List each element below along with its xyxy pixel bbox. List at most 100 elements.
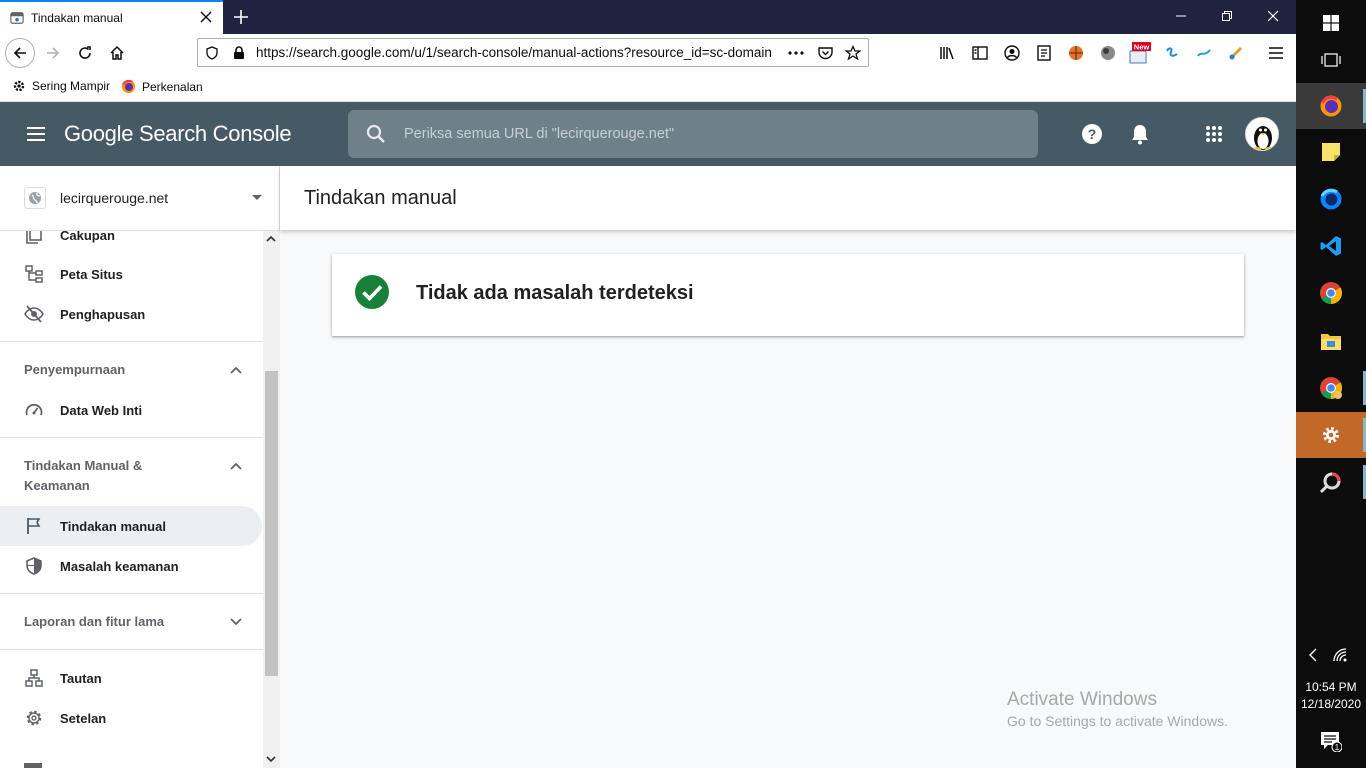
divider [0,649,263,650]
taskbar-chrome-icon[interactable] [1296,270,1366,316]
scroll-down-icon[interactable] [266,756,276,763]
chevron-down-icon[interactable] [230,618,242,626]
help-icon[interactable]: ? [1076,118,1108,150]
sidebar-item-tindakan-manual[interactable]: Tindakan manual [0,506,262,546]
sidebar-item-peta-situs[interactable]: Peta Situs [0,254,263,294]
chevron-up-icon[interactable] [230,462,242,470]
sidebar-item-tautan[interactable]: Tautan [0,658,263,698]
coverage-icon [24,231,44,245]
new-tab-icon[interactable] [230,6,252,28]
section-penyempurnaan[interactable]: Penyempurnaan [0,360,263,380]
notifications-bell-icon[interactable] [1124,118,1156,150]
wifi-icon[interactable] [1324,632,1358,678]
sidebar-scrollbar[interactable] [263,231,280,768]
section-title-line2: Keamanan [24,478,90,493]
chevron-up-icon[interactable] [230,366,242,374]
property-selector[interactable]: lecirquerouge.net [0,166,280,231]
url-inspection-search[interactable] [348,110,1038,158]
close-tab-icon[interactable] [197,8,215,26]
extension-new-icon[interactable]: New [1125,38,1155,68]
reload-icon[interactable] [70,38,100,68]
windows-taskbar: 10:54 PM 12/18/2020 1 [1296,0,1366,768]
status-message: Tidak ada masalah terdeteksi [416,282,694,304]
taskbar-settings-icon[interactable] [1296,412,1366,458]
system-clock[interactable]: 10:54 PM 12/18/2020 [1296,679,1366,713]
forward-icon[interactable] [38,38,68,68]
tracking-shield-icon[interactable] [204,45,220,61]
section-title: Laporan dan fitur lama [24,614,165,629]
section-laporan-fitur-lama[interactable]: Laporan dan fitur lama [0,612,263,632]
sidebar-item-data-web-inti[interactable]: Data Web Inti [0,390,263,430]
shield-icon [24,556,44,576]
address-bar[interactable]: https://search.google.com/u/1/search-con… [197,38,869,67]
bookmark-sering-mampir[interactable]: Sering Mampir [12,79,110,93]
minimize-icon[interactable] [1158,0,1204,32]
scroll-up-icon[interactable] [266,235,276,242]
apps-grid-icon[interactable] [1198,118,1230,150]
taskbar-file-explorer-icon[interactable] [1296,318,1366,364]
divider [0,593,263,594]
task-view-icon[interactable] [1296,37,1366,83]
notification-center-icon[interactable]: 1 [1296,718,1366,764]
taskbar-sticky-notes-icon[interactable] [1296,129,1366,175]
browser-window: Tindakan manual https://search.google.co… [0,0,1296,768]
bookmark-star-icon[interactable] [845,45,861,61]
sidebar-item-label: Tindakan manual [60,518,166,534]
taskbar-app-icon[interactable] [1296,459,1366,505]
home-icon[interactable] [102,38,132,68]
library-icon[interactable] [933,38,963,68]
app-logo[interactable]: Google Search Console [64,121,292,147]
main-content: Tindakan manual Tidak ada masalah terdet… [280,166,1296,768]
taskbar-firefox-icon[interactable] [1296,83,1366,129]
search-console-favicon-icon [10,12,24,24]
lock-icon[interactable] [231,45,247,61]
status-card: Tidak ada masalah terdeteksi [332,254,1244,336]
search-input[interactable] [404,122,1004,146]
page-header: Tindakan manual [280,166,1296,230]
taskbar-firefox-dev-icon[interactable] [1296,176,1366,222]
account-icon[interactable] [997,38,1027,68]
main-menu-icon[interactable] [20,118,52,150]
bookmark-perkenalan[interactable]: Perkenalan [121,79,203,94]
sidebar-item-label: Tautan [60,670,102,686]
sidebar-item-label: Setelan [60,710,107,726]
page-title: Tindakan manual [304,187,457,209]
extension-link-icon[interactable] [1157,38,1187,68]
active-tab[interactable]: Tindakan manual [0,0,223,34]
back-icon[interactable] [5,38,35,68]
sidebar-item-setelan[interactable]: Setelan [0,698,263,738]
sidebar: lecirquerouge.net Cakupan Peta Situs Pen… [0,166,280,768]
close-window-icon[interactable] [1250,0,1296,32]
divider [0,341,263,342]
removals-icon [24,304,44,324]
reader-view-icon[interactable] [1029,38,1059,68]
settings-icon [24,708,44,728]
extension-globe-icon[interactable] [1093,38,1123,68]
check-circle-icon [355,275,389,309]
watermark-subtitle: Go to Settings to activate Windows. [1007,713,1228,729]
sidebar-item-cakupan[interactable]: Cakupan [0,231,263,255]
search-icon [366,124,385,143]
extension-brush-icon[interactable] [1221,38,1251,68]
taskbar-chrome-profile-icon[interactable] [1296,365,1366,411]
flag-icon [24,516,44,536]
pocket-icon[interactable] [817,45,833,61]
sidebar-item-penghapusan[interactable]: Penghapusan [0,294,263,334]
globe-icon [24,187,46,209]
partial-icon [24,763,42,768]
extension-basketball-icon[interactable] [1061,38,1091,68]
divider [0,437,263,438]
page-actions-icon[interactable] [788,45,804,61]
taskbar-vscode-icon[interactable] [1296,223,1366,269]
sidebar-item-masalah-keamanan[interactable]: Masalah keamanan [0,546,263,586]
sidebar-toggle-icon[interactable] [965,38,995,68]
hamburger-menu-icon[interactable] [1261,38,1291,68]
clock-date: 12/18/2020 [1300,697,1362,711]
account-avatar[interactable] [1245,117,1279,151]
property-name: lecirquerouge.net [60,190,169,206]
extension-wave-icon[interactable] [1189,38,1219,68]
links-icon [24,668,44,688]
scrollbar-thumb[interactable] [265,371,278,676]
restore-icon[interactable] [1204,0,1250,32]
section-tindakan-manual-keamanan[interactable]: Tindakan Manual & Keamanan [0,456,263,496]
